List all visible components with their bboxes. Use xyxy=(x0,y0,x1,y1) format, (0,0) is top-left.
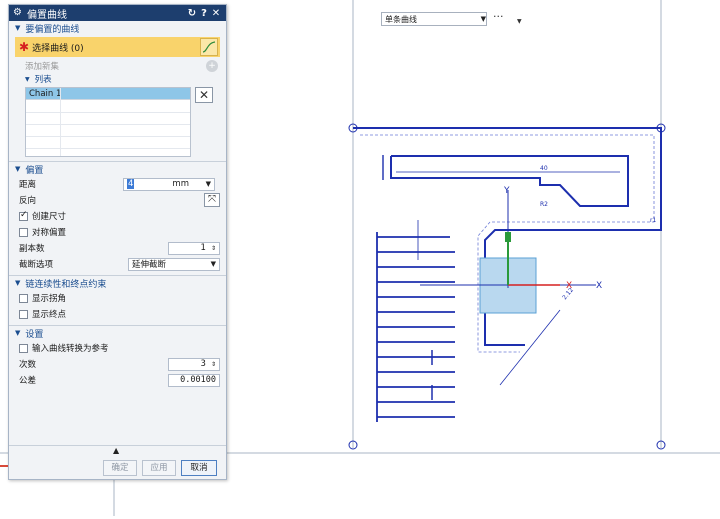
spinner-icon[interactable]: ⇕ xyxy=(211,361,216,368)
degree-row: 次数 3 ⇕ xyxy=(9,356,226,372)
help-icon[interactable]: ? xyxy=(198,8,210,19)
apply-button[interactable]: 应用 xyxy=(142,460,176,476)
offset-section-header[interactable]: ▼ 偏置 xyxy=(9,162,226,176)
list-item[interactable]: Chain 1 xyxy=(26,88,190,100)
plus-icon[interactable]: + xyxy=(206,60,218,72)
y-axis-label: Y xyxy=(503,186,510,196)
cancel-button[interactable]: 取消 xyxy=(181,460,217,476)
offset-curve-dialog: ⚙ 偏置曲线 ↻ ? ✕ ▼ 要偏置的曲线 ✱ 选择曲线 (0) 添加新集 + … xyxy=(8,4,227,480)
spinner-icon[interactable]: ⇕ xyxy=(211,245,216,252)
chevron-down-icon[interactable]: ▼ xyxy=(517,18,522,25)
copies-stepper[interactable]: 1 ⇕ xyxy=(168,241,220,255)
curve-rule-value: 单条曲线 xyxy=(385,14,417,24)
remove-item-button[interactable]: ✕ xyxy=(195,87,213,103)
chain-section: ▼ 链连续性和终点约束 显示拐角 显示终点 xyxy=(9,276,226,326)
add-new-set-row[interactable]: 添加新集 + xyxy=(15,59,220,73)
chain-list[interactable]: Chain 1 xyxy=(25,87,191,157)
settings-section-header[interactable]: ▼ 设置 xyxy=(9,326,226,340)
dialog-title: 偏置曲线 xyxy=(27,9,67,21)
chevron-down-icon: ▼ xyxy=(210,260,216,268)
symmetric-row[interactable]: 对称偏置 xyxy=(9,224,226,240)
distance-row: 距离 4 mm ▼ xyxy=(9,176,226,192)
create-dimension-checkbox[interactable] xyxy=(19,210,28,221)
chevron-down-icon[interactable]: ▼ xyxy=(206,180,211,188)
distance-input[interactable]: 4 mm ▼ xyxy=(123,177,215,191)
select-curve-row[interactable]: ✱ 选择曲线 (0) xyxy=(15,37,220,57)
convert-to-reference-row[interactable]: 输入曲线转换为参考 xyxy=(9,340,226,356)
tolerance-row: 公差 0.00100 xyxy=(9,372,226,388)
dim-label: 2.12 xyxy=(561,286,575,301)
show-endpoints-checkbox[interactable] xyxy=(19,309,28,319)
degree-stepper[interactable]: 3 ⇕ xyxy=(168,357,220,371)
curves-section-header[interactable]: ▼ 要偏置的曲线 xyxy=(9,21,226,35)
collapse-up-icon[interactable]: ▲ xyxy=(113,446,119,455)
required-star-icon: ✱ xyxy=(19,40,30,54)
x-axis-label: X xyxy=(596,281,602,291)
cap-row: 截断选项 延伸截断 ▼ xyxy=(9,256,226,272)
show-corners-row[interactable]: 显示拐角 xyxy=(9,290,226,306)
copies-row: 副本数 1 ⇕ xyxy=(9,240,226,256)
tolerance-input[interactable]: 0.00100 xyxy=(168,373,220,387)
collapse-triangle-icon: ▼ xyxy=(15,24,21,32)
select-curve-label: 选择曲线 (0) xyxy=(32,43,84,54)
show-endpoints-row[interactable]: 显示终点 xyxy=(9,306,226,322)
settings-section: ▼ 设置 输入曲线转换为参考 次数 3 ⇕ 公差 0.00100 xyxy=(9,326,226,388)
comb-teeth xyxy=(376,232,455,422)
create-dimension-row[interactable]: 创建尺寸 xyxy=(9,208,226,224)
dialog-footer: ▲ 确定 应用 取消 xyxy=(9,445,226,479)
collapse-triangle-icon: ▼ xyxy=(25,75,30,83)
dim-label: 40 xyxy=(540,165,548,172)
curve-rule-select[interactable]: 单条曲线 ▼ xyxy=(381,12,487,26)
show-corners-checkbox[interactable] xyxy=(19,293,28,303)
symmetric-checkbox[interactable] xyxy=(19,227,28,237)
more-options-button[interactable]: ··· xyxy=(493,11,515,26)
offset-section: ▼ 偏置 距离 4 mm ▼ 反向 ⤧ 创建尺寸 对称偏置 副本数 1 xyxy=(9,162,226,276)
collapse-triangle-icon: ▼ xyxy=(15,329,21,337)
dialog-titlebar[interactable]: ⚙ 偏置曲线 ↻ ? ✕ xyxy=(9,5,226,21)
collapse-triangle-icon: ▼ xyxy=(15,165,21,173)
chevron-down-icon: ▼ xyxy=(480,15,486,23)
list-subsection-header[interactable]: ▼ 列表 xyxy=(9,73,226,85)
reverse-row: 反向 ⤧ xyxy=(9,192,226,208)
curves-section: ▼ 要偏置的曲线 ✱ 选择曲线 (0) 添加新集 + ▼ 列表 Chain 1 xyxy=(9,21,226,162)
curve-select-button[interactable] xyxy=(200,38,218,56)
close-icon[interactable]: ✕ xyxy=(210,8,222,19)
ok-button[interactable]: 确定 xyxy=(103,460,137,476)
reset-icon[interactable]: ↻ xyxy=(186,8,198,19)
curve-icon xyxy=(202,41,216,53)
dim-label: R2 xyxy=(540,201,548,208)
collapse-triangle-icon: ▼ xyxy=(15,279,21,287)
inner-slot xyxy=(390,155,629,207)
chain-list-wrap: Chain 1 ✕ xyxy=(25,87,220,157)
cap-select[interactable]: 延伸截断 ▼ xyxy=(128,257,220,271)
reverse-direction-icon[interactable]: ⤧ xyxy=(204,193,220,207)
dim-label: r1 xyxy=(650,217,656,224)
convert-to-reference-checkbox[interactable] xyxy=(19,343,28,353)
chain-section-header[interactable]: ▼ 链连续性和终点约束 xyxy=(9,276,226,290)
gear-icon: ⚙ xyxy=(13,7,22,18)
